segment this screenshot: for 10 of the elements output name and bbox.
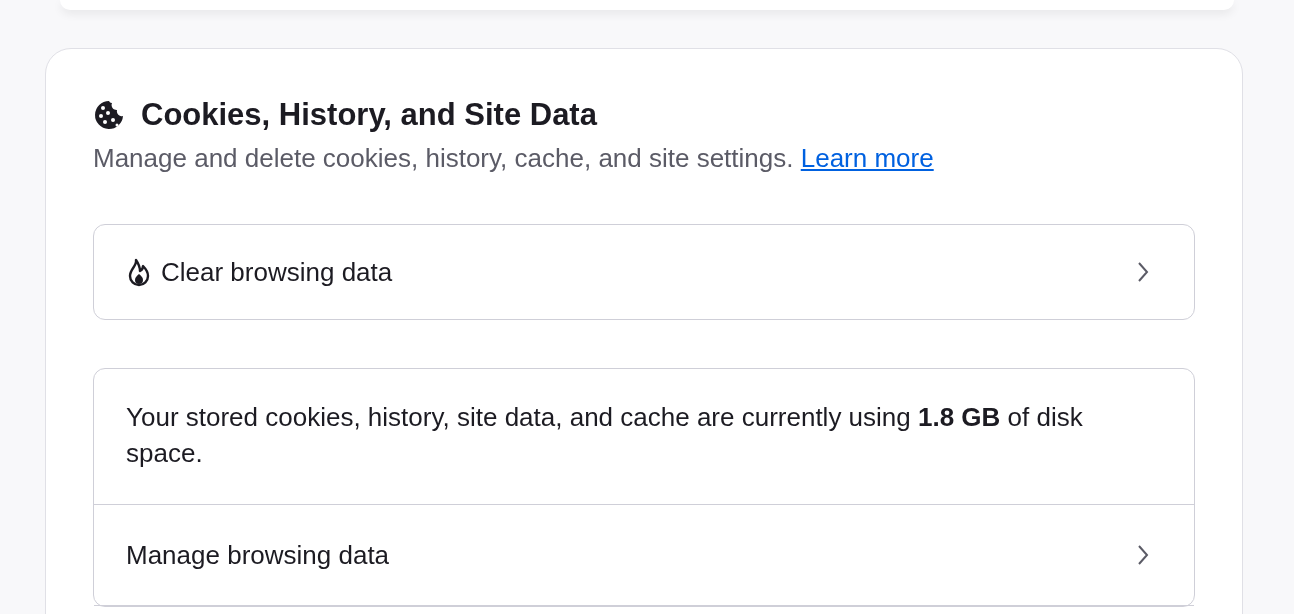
section-title: Cookies, History, and Site Data <box>141 97 597 133</box>
cookie-icon <box>93 99 125 131</box>
section-description: Manage and delete cookies, history, cache, and site settings. <box>93 143 794 173</box>
chevron-icon <box>1137 544 1149 566</box>
flame-icon <box>127 257 151 287</box>
chevron-icon <box>1137 261 1149 283</box>
learn-more-link[interactable]: Learn more <box>800 143 934 173</box>
clear-browsing-data-button[interactable]: Clear browsing data <box>93 224 1195 320</box>
storage-usage-text: Your stored cookies, history, site data, and cache are currently using 1.8 GB of disk space. <box>126 401 1084 470</box>
settings-list-item[interactable]: Manage browsing data <box>94 505 1194 606</box>
